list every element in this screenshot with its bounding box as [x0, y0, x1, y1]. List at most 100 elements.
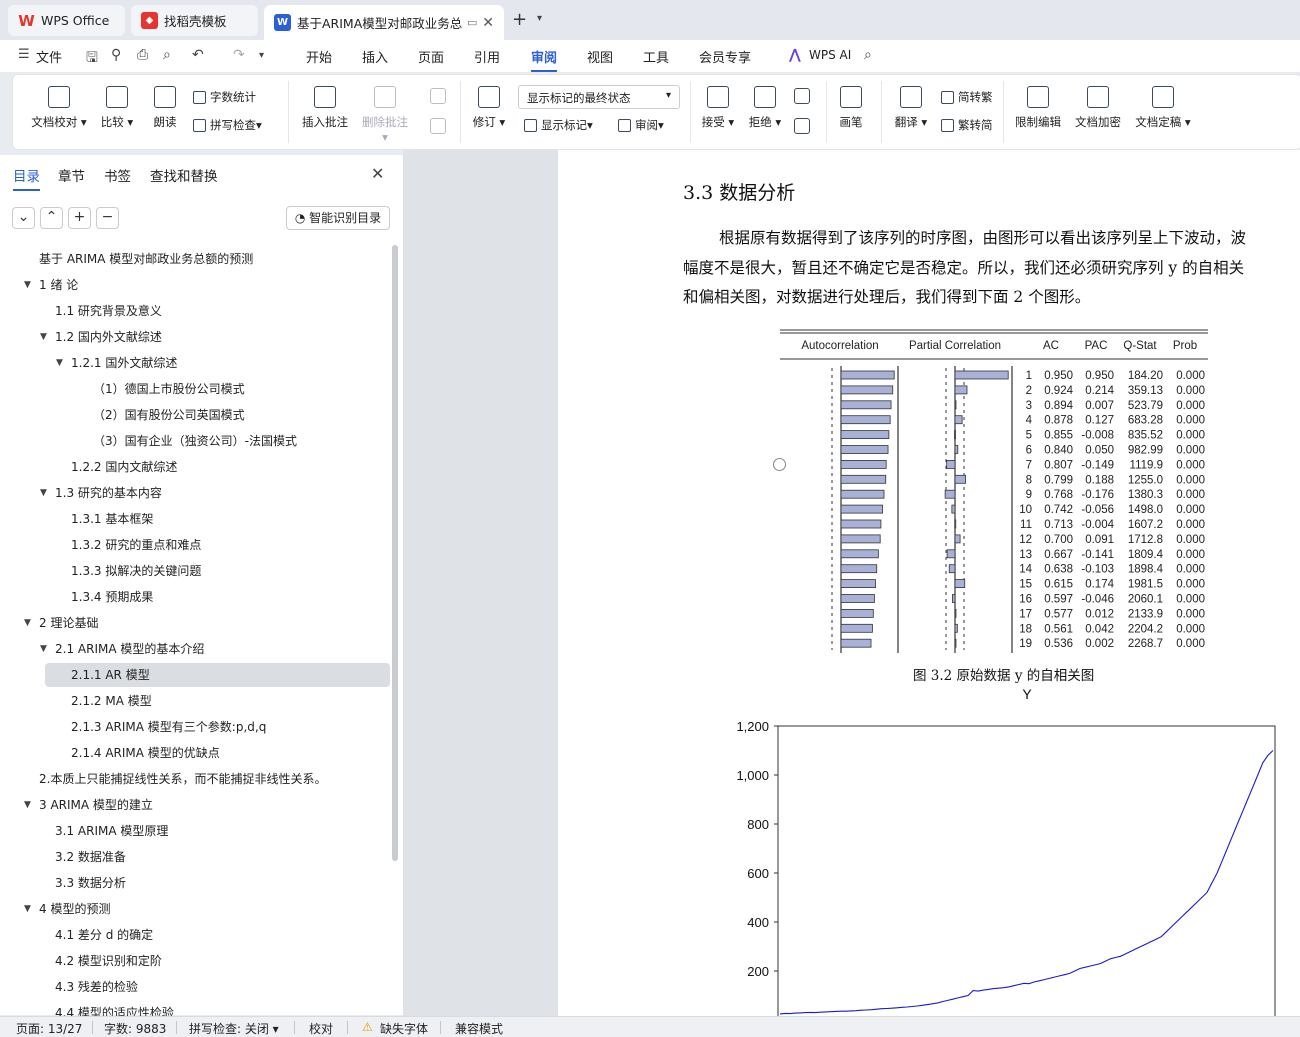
tab-bookmarks[interactable]: 书签	[104, 165, 131, 185]
print-preview-icon[interactable]: ⌕	[163, 47, 171, 63]
spell-check-indicator[interactable]: 拼写检查: 关闭 ▾	[189, 1020, 279, 1037]
tab-find-replace[interactable]: 查找和替换	[150, 165, 218, 185]
toc-item[interactable]: ▼ 1.3 研究的基本内容	[40, 482, 162, 504]
toc-item[interactable]: 2.本质上只能捕捉线性关系，而不能捕捉非线性关系。	[39, 768, 326, 790]
toc-item[interactable]: 2.1.3 ARIMA 模型有三个参数:p,d,q	[71, 716, 266, 738]
expand-arrow-icon[interactable]: ▼	[24, 898, 31, 920]
next-change-button[interactable]	[791, 118, 813, 140]
toc-item[interactable]: ▼ 2 理论基础	[24, 612, 98, 634]
toc-item[interactable]: 2.1.2 MA 模型	[71, 690, 152, 712]
print-icon[interactable]: ⎙	[137, 47, 148, 63]
hamburger-icon[interactable]: ☰	[18, 47, 30, 62]
toc-item[interactable]: 3.2 数据准备	[55, 846, 126, 868]
expand-arrow-icon[interactable]: ▼	[40, 326, 47, 348]
mark-state-select[interactable]: 显示标记的最终状态 ▾	[518, 85, 680, 109]
toc-item[interactable]: 2.1.4 ARIMA 模型的优缺点	[71, 742, 220, 764]
toc-item[interactable]: 4.3 残差的检验	[55, 976, 138, 998]
expand-arrow-icon[interactable]: ▼	[56, 352, 63, 374]
collapse-icon[interactable]: ⌄	[12, 207, 35, 229]
undo-icon[interactable]: ↶	[192, 47, 204, 63]
tab-toc[interactable]: 目录	[13, 165, 40, 191]
tab-wps-office[interactable]: W WPS Office	[8, 5, 125, 36]
expand-arrow-icon[interactable]: ▼	[40, 638, 47, 660]
toc-item[interactable]: （1）德国上市股份公司模式	[93, 378, 245, 400]
compare-button[interactable]: 比较 ▾	[97, 86, 137, 130]
toc-item[interactable]: ▼ 3 ARIMA 模型的建立	[24, 794, 153, 816]
expand-arrow-icon[interactable]: ▼	[24, 794, 31, 816]
add-heading-icon[interactable]: +	[68, 207, 91, 229]
delete-comment-button[interactable]: 删除批注 ▾	[359, 86, 411, 144]
menu-file[interactable]: 文件	[36, 47, 62, 66]
line-chart-y[interactable]: Y 200 400 600 800 1,000 1,200	[727, 684, 1300, 1016]
toc-item[interactable]: 4.2 模型识别和定阶	[55, 950, 162, 972]
smart-toc-button[interactable]: ◔ 智能识别目录	[286, 206, 390, 230]
redo-icon[interactable]: ↷	[233, 47, 245, 63]
search-icon[interactable]: ⌕	[864, 47, 872, 63]
save-icon[interactable]: 🖫	[86, 47, 98, 71]
tab-docer-templates[interactable]: ◆ 找稻壳模板	[131, 5, 258, 36]
toc-item[interactable]: 基于 ARIMA 模型对邮政业务总额的预测	[39, 248, 253, 270]
toc-item[interactable]: ▼ 1 绪 论	[24, 274, 78, 296]
figure-caption[interactable]: 图 3.2 原始数据 y 的自相关图	[913, 664, 1094, 684]
show-marks-button[interactable]: 显示标记 ▾	[524, 117, 593, 133]
compat-mode-indicator[interactable]: 兼容模式	[455, 1020, 503, 1037]
close-icon[interactable]: ✕	[371, 164, 384, 183]
menu-wps-ai[interactable]: WPS AI	[809, 48, 851, 62]
menu-member[interactable]: 会员专享	[699, 47, 751, 66]
toc-item[interactable]: 4.1 差分 d 的确定	[55, 924, 153, 946]
toc-item[interactable]: （3）国有企业（独资公司）-法国模式	[93, 430, 297, 452]
close-tab-icon[interactable]: ✕	[482, 15, 494, 31]
toc-item[interactable]: ▼ 2.1 ARIMA 模型的基本介绍	[40, 638, 204, 660]
translate-button[interactable]: 翻译 ▾	[891, 86, 931, 130]
accept-button[interactable]: 接受 ▾	[698, 86, 738, 130]
trad-to-simp-button[interactable]: 繁转简	[941, 117, 993, 133]
toc-item[interactable]: 2.1.1 AR 模型	[71, 664, 150, 686]
correlogram-figure[interactable]: Autocorrelation Partial Correlation AC PAC Q…	[780, 328, 1208, 653]
menu-page[interactable]: 页面	[418, 47, 444, 66]
toc-item[interactable]: 1.3.4 预期成果	[71, 586, 153, 608]
toc-item[interactable]: 3.3 数据分析	[55, 872, 126, 894]
menu-view[interactable]: 视图	[587, 47, 613, 66]
body-paragraph-line-1[interactable]: 根据原有数据得到了该序列的时序图，由图形可以看出该序列呈上下波动，波	[683, 226, 1300, 248]
insert-comment-button[interactable]: 插入批注	[299, 86, 351, 130]
new-tab-icon[interactable]: +	[512, 9, 527, 30]
attach-icon[interactable]: ⚲	[111, 47, 121, 63]
section-heading[interactable]: 3.3 数据分析	[683, 178, 795, 205]
reject-button[interactable]: 拒绝 ▾	[745, 86, 785, 130]
word-count-indicator[interactable]: 字数: 9883	[104, 1020, 166, 1037]
remove-heading-icon[interactable]: −	[96, 207, 119, 229]
toc-item[interactable]: ▼ 1.2.1 国外文献综述	[56, 352, 177, 374]
encrypt-doc-button[interactable]: 文档加密	[1073, 86, 1123, 130]
menu-tools[interactable]: 工具	[643, 47, 669, 66]
next-comment-button[interactable]	[427, 118, 449, 140]
word-count-button[interactable]: 字数统计	[193, 89, 256, 105]
proofread-indicator[interactable]: 校对	[309, 1020, 333, 1037]
doc-check-button[interactable]: 文档校对 ▾	[30, 86, 88, 130]
tab-chapters[interactable]: 章节	[58, 165, 85, 185]
toc-item[interactable]: 1.1 研究背景及意义	[55, 300, 162, 322]
menu-insert[interactable]: 插入	[362, 47, 388, 66]
missing-font-indicator[interactable]: 缺失字体	[380, 1020, 428, 1037]
tab-current-document[interactable]: W 基于ARIMA模型对邮政业务总 ▭ ✕	[264, 5, 504, 40]
sidebar-scrollbar[interactable]	[392, 245, 398, 861]
toc-item[interactable]: （2）国有股份公司英国模式	[93, 404, 245, 426]
menu-home[interactable]: 开始	[306, 47, 332, 66]
toc-item[interactable]: 1.3.1 基本框架	[71, 508, 153, 530]
toc-item[interactable]: ▼ 1.2 国内外文献综述	[40, 326, 162, 348]
more-chevron-icon[interactable]: ▾	[259, 50, 264, 61]
body-paragraph-line-3[interactable]: 和偏相关图，对数据进行处理后，我们得到下面 2 个图形。	[683, 285, 1300, 307]
toc-item[interactable]: 1.2.2 国内文献综述	[71, 456, 177, 478]
toc-item[interactable]: 1.3.3 拟解决的关键问题	[71, 560, 201, 582]
restrict-edit-button[interactable]: 限制编辑	[1013, 86, 1063, 130]
simp-to-trad-button[interactable]: 简转繁	[941, 89, 993, 105]
chevron-down-icon[interactable]: ▾	[537, 13, 542, 24]
expand-up-icon[interactable]: ⌃	[40, 207, 63, 229]
toc-item[interactable]: 3.1 ARIMA 模型原理	[55, 820, 168, 842]
expand-arrow-icon[interactable]: ▼	[24, 612, 31, 634]
pen-button[interactable]: 画笔	[835, 86, 867, 130]
expand-arrow-icon[interactable]: ▼	[40, 482, 47, 504]
prev-change-button[interactable]	[791, 88, 813, 110]
body-paragraph-line-2[interactable]: 幅度不是很大，暂且还不确定它是否稳定。所以，我们还必须研究序列 y 的自相关	[683, 256, 1300, 278]
toc-item[interactable]: ▼ 4 模型的预测	[24, 898, 110, 920]
prev-comment-button[interactable]	[427, 88, 449, 110]
